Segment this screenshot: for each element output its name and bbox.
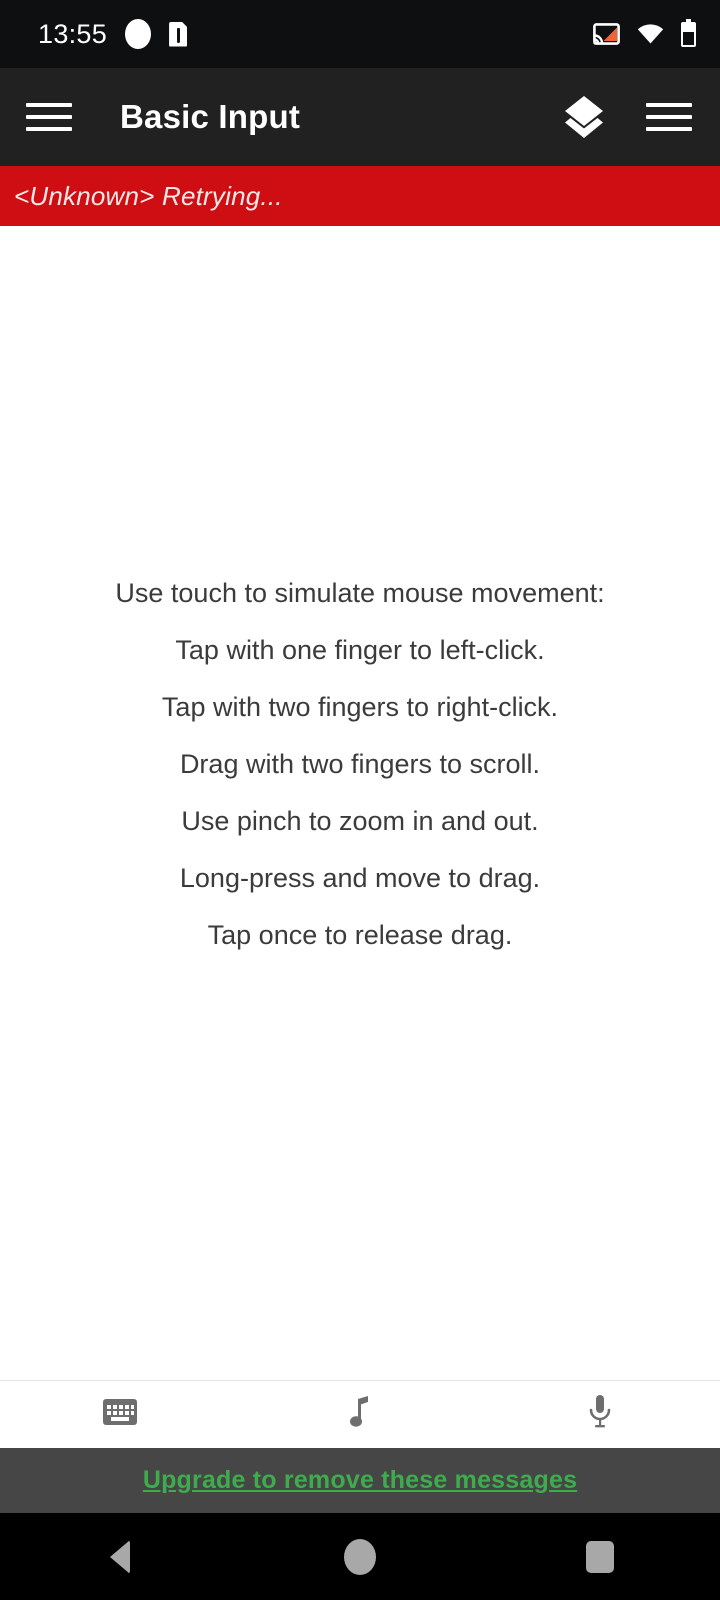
status-bar-left: 13:55 xyxy=(38,18,188,50)
recents-square-icon xyxy=(586,1540,614,1573)
phone-screen: 13:55 Basic Input <Unknown> Retrying... … xyxy=(0,0,720,1600)
status-bar-right xyxy=(593,18,696,47)
alert-text: <Unknown> Retrying... xyxy=(14,180,283,211)
recents-button[interactable] xyxy=(480,1513,720,1600)
keyboard-button[interactable] xyxy=(0,1381,240,1448)
status-bar: 13:55 xyxy=(0,0,720,68)
connection-alert-banner[interactable]: <Unknown> Retrying... xyxy=(0,166,720,226)
app-bar-actions xyxy=(556,91,692,143)
android-nav-bar xyxy=(0,1513,720,1600)
instructions-list: Use touch to simulate mouse movement: Ta… xyxy=(0,565,720,964)
upgrade-link[interactable]: Upgrade to remove these messages xyxy=(143,1466,577,1495)
microphone-button[interactable] xyxy=(480,1381,720,1448)
app-bar: Basic Input xyxy=(0,68,720,166)
status-clock: 13:55 xyxy=(38,18,108,49)
bottom-toolbar xyxy=(0,1380,720,1448)
back-button[interactable] xyxy=(0,1513,240,1600)
wifi-icon xyxy=(637,24,664,44)
microphone-icon xyxy=(587,1394,613,1435)
sdcard-warning-icon xyxy=(169,21,188,47)
touchpad-area[interactable]: Use touch to simulate mouse movement: Ta… xyxy=(0,226,720,1380)
page-title: Basic Input xyxy=(120,98,301,135)
back-triangle-icon xyxy=(110,1539,130,1574)
music-button[interactable] xyxy=(240,1381,480,1448)
instruction-line: Long-press and move to drag. xyxy=(179,862,541,893)
instruction-line: Tap once to release drag. xyxy=(207,919,513,950)
home-circle-icon xyxy=(344,1538,376,1575)
battery-icon xyxy=(681,18,696,47)
menu-hamburger-icon[interactable] xyxy=(26,99,72,135)
instruction-line: Drag with two fingers to scroll. xyxy=(179,748,541,779)
overflow-hamburger-icon[interactable] xyxy=(646,99,692,135)
cast-icon xyxy=(593,23,620,45)
instruction-line: Use touch to simulate mouse movement: xyxy=(115,577,605,608)
rounded-blob-icon xyxy=(125,19,152,49)
keyboard-icon xyxy=(103,1399,137,1430)
layers-icon[interactable] xyxy=(556,91,612,143)
upgrade-banner[interactable]: Upgrade to remove these messages xyxy=(0,1448,720,1513)
instruction-line: Tap with two fingers to right-click. xyxy=(161,691,559,722)
music-note-icon xyxy=(347,1395,373,1434)
instruction-line: Use pinch to zoom in and out. xyxy=(181,805,539,836)
instruction-line: Tap with one finger to left-click. xyxy=(175,634,545,665)
home-button[interactable] xyxy=(240,1513,480,1600)
